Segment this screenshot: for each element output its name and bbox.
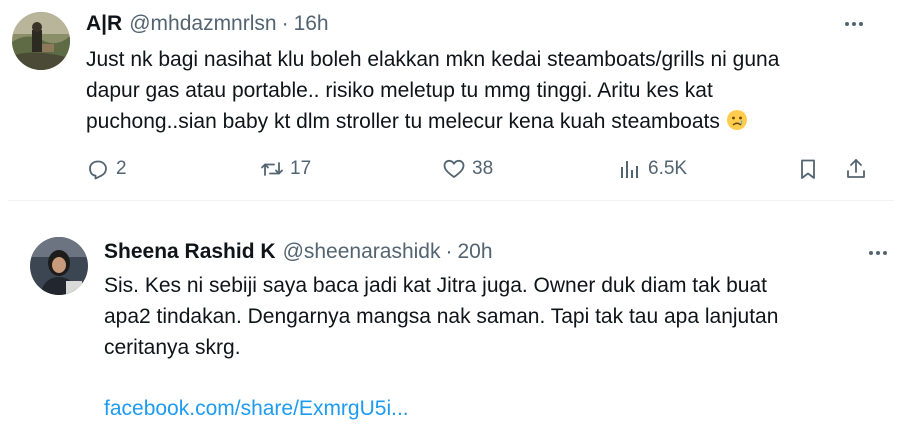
tweet[interactable]: A|R @mhdazmnrlsn · 16h Just nk bagi nasi… <box>0 0 910 200</box>
share-icon <box>847 159 865 178</box>
views-button[interactable]: 6.5K <box>618 153 687 185</box>
tweet-text-line: Just nk bagi nasihat klu boleh elakkan m… <box>86 48 780 71</box>
avatar[interactable] <box>12 12 70 70</box>
more-icon[interactable] <box>864 243 892 263</box>
reply-icon <box>89 160 107 180</box>
tweet-actions: 2 17 38 6.5K <box>86 153 876 185</box>
like-icon <box>443 159 465 178</box>
like-count: 38 <box>472 158 494 179</box>
timestamp[interactable]: 20h <box>457 240 492 264</box>
display-name[interactable]: Sheena Rashid K <box>104 240 276 264</box>
user-handle[interactable]: @mhdazmnrlsn <box>129 12 276 36</box>
views-count: 6.5K <box>648 158 688 179</box>
display-name[interactable]: A|R <box>86 12 122 36</box>
share-button[interactable] <box>844 153 868 185</box>
tweet[interactable]: Sheena Rashid K @sheenarashidk · 20h Sis… <box>0 222 910 424</box>
repost-button[interactable]: 17 <box>260 153 311 185</box>
tweet-text-line: Sis. Kes ni sebiji saya baca jadi kat Ji… <box>104 274 767 297</box>
crying-face-icon <box>726 110 747 130</box>
separator-dot: · <box>445 240 453 263</box>
tweet-divider <box>8 200 894 201</box>
repost-icon <box>261 162 283 176</box>
user-handle[interactable]: @sheenarashidk <box>283 240 441 264</box>
separator-dot: · <box>281 12 289 35</box>
timestamp[interactable]: 16h <box>294 12 329 36</box>
tweet-text-line: ceritanya skrg. <box>104 336 241 359</box>
avatar[interactable] <box>30 237 88 295</box>
tweet-text-line: puchong..sian baby kt dlm stroller tu me… <box>86 106 779 137</box>
more-icon[interactable] <box>840 14 868 34</box>
reply-count: 2 <box>116 158 127 179</box>
tweet-text-line: apa2 tindakan. Dengarnya mangsa nak sama… <box>104 305 779 328</box>
external-link[interactable]: facebook.com/share/ExmrgU5i... <box>104 393 409 424</box>
bookmark-icon <box>801 159 815 179</box>
tweet-text: Sis. Kes ni sebiji saya baca jadi kat Ji… <box>104 270 778 363</box>
tweet-header: Sheena Rashid K @sheenarashidk · 20h <box>104 238 493 266</box>
reply-button[interactable]: 2 <box>86 153 127 185</box>
tweet-text-segment: puchong..sian baby kt dlm stroller tu me… <box>86 110 720 133</box>
views-icon <box>621 161 638 178</box>
bookmark-button[interactable] <box>796 153 820 185</box>
tweet-header: A|R @mhdazmnrlsn · 16h <box>86 10 329 38</box>
repost-count: 17 <box>290 158 312 179</box>
tweet-text-line: dapur gas atau portable.. risiko meletup… <box>86 79 713 102</box>
like-button[interactable]: 38 <box>442 153 493 185</box>
tweet-text: Just nk bagi nasihat klu boleh elakkan m… <box>86 44 779 137</box>
